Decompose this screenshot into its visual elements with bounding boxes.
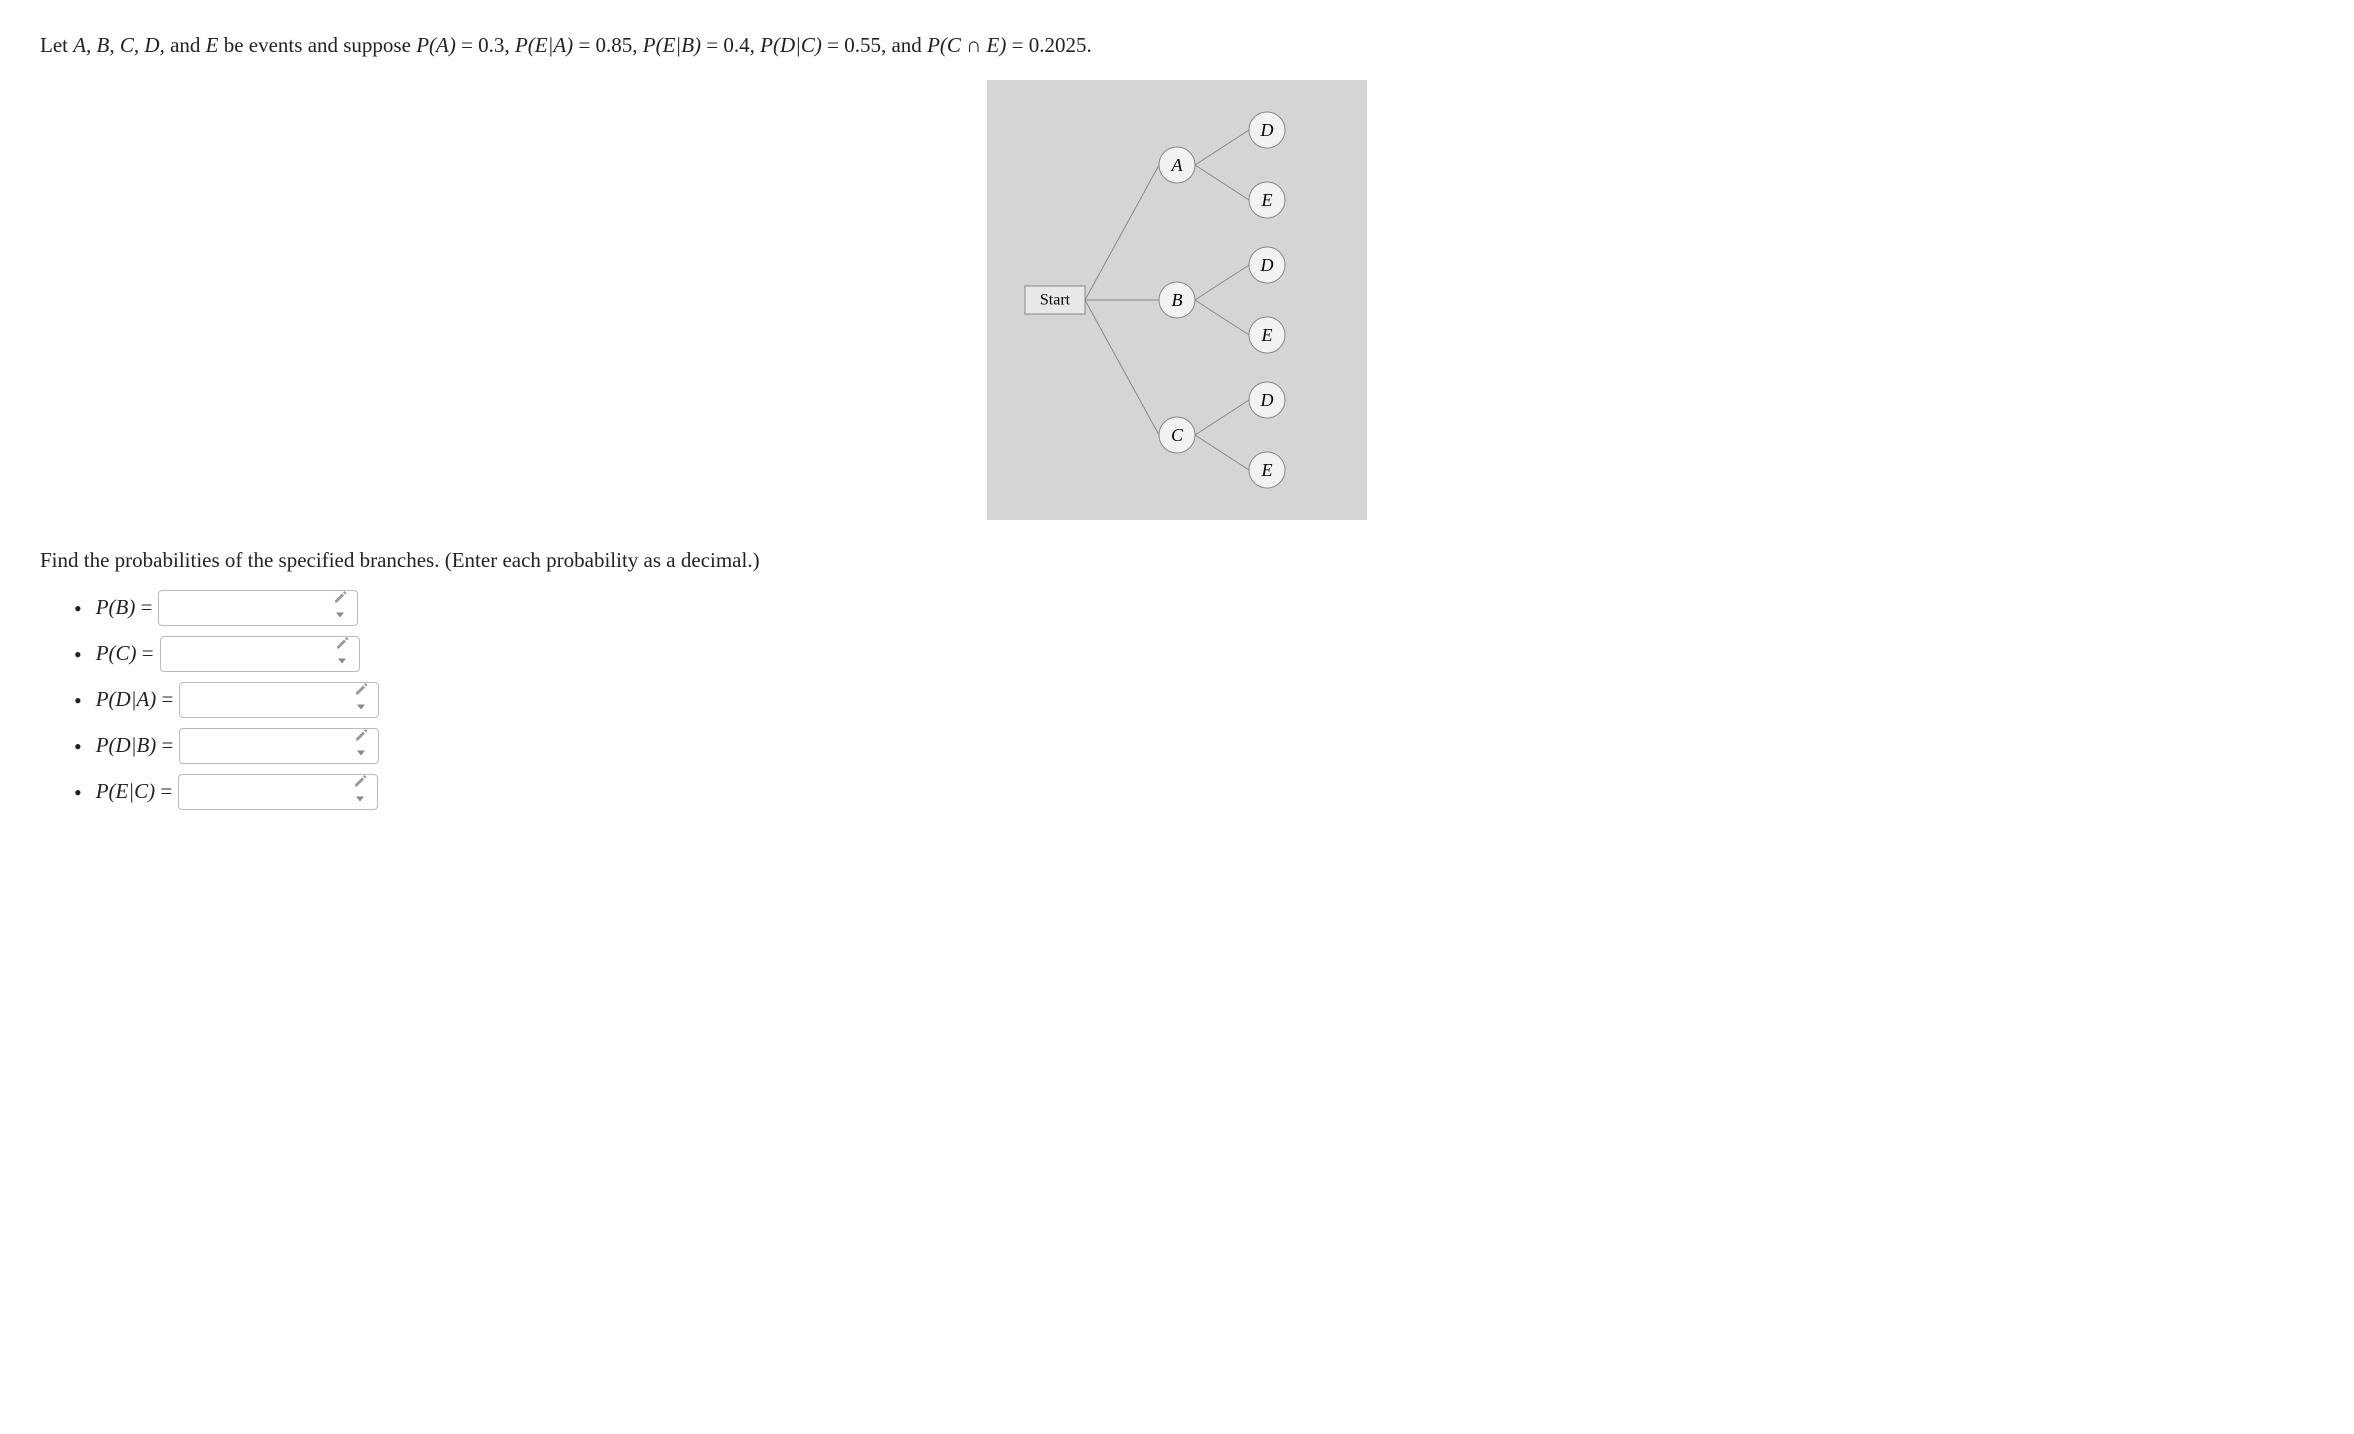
answer-input-pec[interactable] xyxy=(178,774,378,810)
node-a-e: E xyxy=(1261,190,1273,210)
answer-input-pb[interactable] xyxy=(158,590,358,626)
problem-statement: Let A, B, C, D, and E be events and supp… xyxy=(40,30,2314,62)
answer-list: P(B) = P(C) = P(D|A) = P(D|B) = xyxy=(40,590,2314,810)
node-b: B xyxy=(1172,290,1183,310)
instruction-text: Find the probabilities of the specified … xyxy=(40,545,2314,577)
answer-row-pb: P(B) = xyxy=(100,590,2314,626)
answer-input-pc[interactable] xyxy=(160,636,360,672)
node-c-e: E xyxy=(1261,460,1273,480)
tree-diagram: Start A B C D E D E D E xyxy=(987,80,1367,520)
vars: A, B, C, D, xyxy=(73,33,165,57)
node-a-d: D xyxy=(1260,120,1274,140)
node-b-d: D xyxy=(1260,255,1274,275)
answer-label: P(E|C) = xyxy=(96,776,173,808)
start-node: Start xyxy=(1040,291,1071,308)
node-b-e: E xyxy=(1261,325,1273,345)
answer-label: P(B) = xyxy=(96,592,153,624)
answer-row-pc: P(C) = xyxy=(100,636,2314,672)
answer-row-pda: P(D|A) = xyxy=(100,682,2314,718)
answer-label: P(D|A) = xyxy=(96,684,174,716)
answer-input-pda[interactable] xyxy=(179,682,379,718)
node-c: C xyxy=(1171,425,1184,445)
answer-label: P(C) = xyxy=(96,638,154,670)
answer-row-pec: P(E|C) = xyxy=(100,774,2314,810)
node-a: A xyxy=(1171,155,1184,175)
answer-label: P(D|B) = xyxy=(96,730,174,762)
answer-row-pdb: P(D|B) = xyxy=(100,728,2314,764)
answer-input-pdb[interactable] xyxy=(179,728,379,764)
node-c-d: D xyxy=(1260,390,1274,410)
